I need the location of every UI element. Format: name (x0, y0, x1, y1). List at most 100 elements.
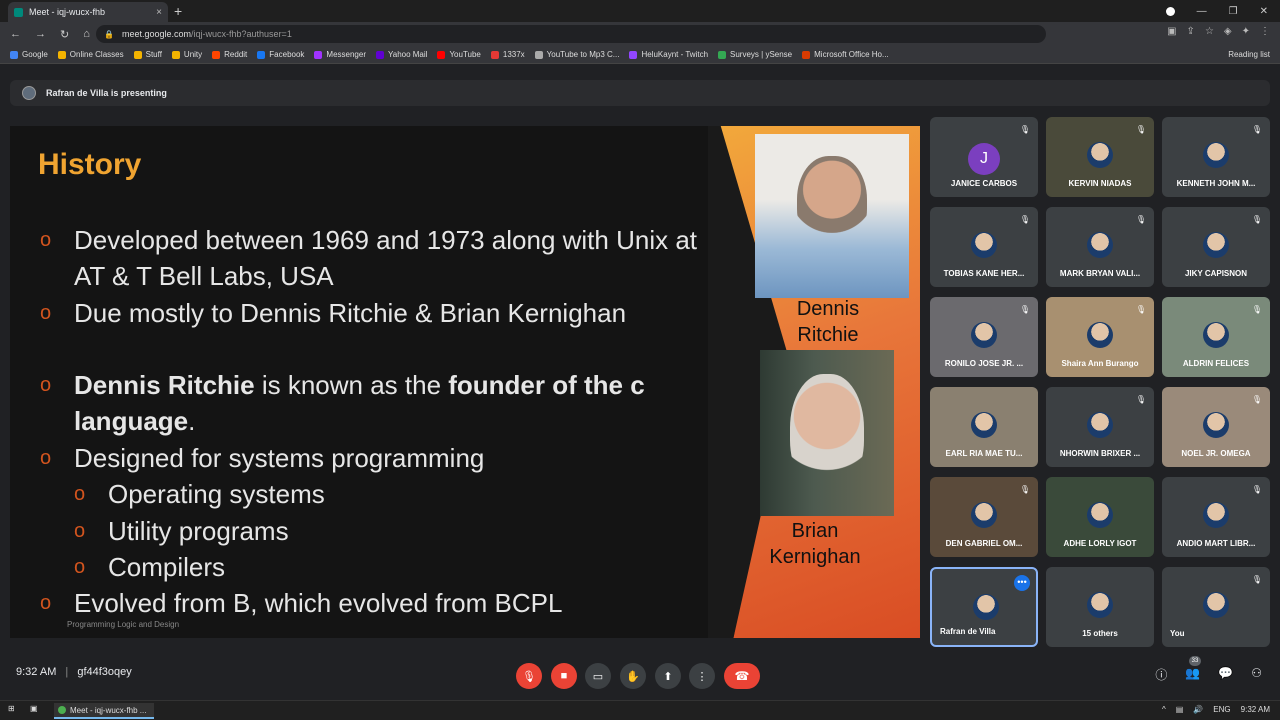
tab-close-icon[interactable]: × (156, 7, 162, 18)
extension-icon[interactable]: ◈ (1224, 26, 1232, 37)
bookmark-item[interactable]: Microsoft Office Ho... (802, 50, 889, 59)
info-icon[interactable]: ⓘ (1155, 666, 1167, 683)
bookmark-item[interactable]: Messenger (314, 50, 366, 59)
mic-off-button[interactable]: 🎙 (516, 663, 542, 689)
chat-icon[interactable]: 💬 (1218, 666, 1233, 683)
reload-icon[interactable]: ↻ (60, 28, 69, 41)
participant-tile[interactable]: 🎙 MARK BRYAN VALI... (1046, 207, 1154, 287)
participant-name: Shaira Ann Burango (1061, 359, 1139, 368)
participant-tile[interactable]: 🎙 Shaira Ann Burango (1046, 297, 1154, 377)
leave-call-button[interactable]: ☎ (724, 663, 760, 689)
people-icon[interactable]: 👥 (1185, 666, 1200, 683)
taskbar-chrome-item[interactable]: Meet - iqj-wucx-fhb ... (54, 703, 154, 719)
bookmark-item[interactable]: YouTube (437, 50, 481, 59)
participant-tile[interactable]: 🎙 You (1162, 567, 1270, 647)
network-icon[interactable]: ▤ (1176, 705, 1184, 714)
mic-muted-icon: 🎙 (1251, 305, 1262, 314)
home-icon[interactable]: ⌂ (83, 28, 90, 41)
new-tab-button[interactable]: + (174, 3, 182, 19)
captions-button[interactable]: ▭ (585, 663, 611, 689)
bullet-2-text: Due mostly to Dennis Ritchie & Brian Ker… (74, 298, 627, 328)
present-button[interactable]: ⬆ (655, 663, 681, 689)
participant-tile[interactable]: 🎙 KENNETH JOHN M... (1162, 117, 1270, 197)
participant-tile[interactable]: EARL RIA MAE TU... (930, 387, 1038, 467)
bookmark-item[interactable]: Yahoo Mail (376, 50, 427, 59)
bookmark-icon (10, 50, 18, 59)
meeting-time: 9:32 AM (16, 666, 57, 678)
participant-tile[interactable]: 🎙 NHORWIN BRIXER ... (1046, 387, 1154, 467)
participant-tile[interactable]: 15 others (1046, 567, 1154, 647)
portrait-face (797, 156, 867, 252)
participant-tile[interactable]: 🎙 KERVIN NIADAS (1046, 117, 1154, 197)
menu-icon[interactable]: ⋮ (1260, 26, 1270, 37)
address-bar-row: ← → ↻ ⌂ 🔒 meet.google.com /iqj-wucx-fhb?… (0, 22, 1280, 46)
participant-name: KENNETH JOHN M... (1176, 179, 1256, 188)
participant-tile[interactable]: ADHE LORLY IGOT (1046, 477, 1154, 557)
camera-off-button[interactable]: ■ (551, 663, 577, 689)
close-window-icon[interactable]: ✕ (1260, 6, 1268, 17)
camera-off-icon: ■ (560, 670, 568, 682)
mic-muted-icon: 🎙 (1135, 125, 1146, 134)
mic-muted-icon: 🎙 (1135, 395, 1146, 404)
participant-tile[interactable]: 🎙 NOEL JR. OMEGA (1162, 387, 1270, 467)
bullet-3-bold: Dennis Ritchie (74, 370, 255, 400)
participant-tile[interactable]: 🎙 JIKY CAPISNON (1162, 207, 1270, 287)
participant-tile[interactable]: ••• Rafran de Villa (930, 567, 1038, 647)
hand-icon: ✋ (626, 670, 640, 683)
avatar: J (968, 143, 1000, 175)
sub-bullet-2-text: Utility programs (108, 516, 289, 546)
more-options-button[interactable]: ⋮ (689, 663, 715, 689)
participant-count-badge: 33 (1189, 656, 1201, 666)
camera-icon[interactable]: ▣ (1167, 26, 1176, 37)
forward-icon[interactable]: → (35, 28, 46, 41)
avatar (22, 86, 36, 100)
activities-icon[interactable]: ⚇ (1251, 666, 1262, 683)
participant-tile[interactable]: 🎙 DEN GABRIEL OM... (930, 477, 1038, 557)
bookmark-item[interactable]: 1337x (490, 50, 525, 59)
minimize-icon[interactable]: — (1197, 6, 1207, 17)
hang-up-icon: ☎ (734, 669, 750, 683)
bookmark-item[interactable]: Facebook (257, 50, 304, 59)
meeting-code: gf44f3oqey (77, 666, 132, 678)
restore-icon[interactable]: ❐ (1229, 6, 1238, 17)
avatar (1087, 412, 1113, 438)
participant-tile[interactable]: 🎙 ALDRIN FELICES (1162, 297, 1270, 377)
participant-name: 15 others (1082, 629, 1118, 638)
tab-meet[interactable]: Meet - iqj-wucx-fhb × (8, 2, 168, 22)
bookmark-item[interactable]: Stuff (133, 50, 162, 59)
participant-tile[interactable]: 🎙 TOBIAS KANE HER... (930, 207, 1038, 287)
volume-icon[interactable]: 🔊 (1193, 705, 1203, 714)
bookmark-label: YouTube to Mp3 C... (546, 50, 620, 59)
reading-list-button[interactable]: Reading list (1228, 50, 1270, 59)
profile-icon[interactable] (1165, 6, 1175, 16)
bookmark-item[interactable]: Google (10, 50, 48, 59)
bullet-marker: o (74, 556, 86, 578)
bookmark-item[interactable]: YouTube to Mp3 C... (534, 50, 620, 59)
tray-arrow-icon[interactable]: ^ (1162, 705, 1166, 714)
share-icon[interactable]: ⇪ (1187, 26, 1195, 37)
more-options-icon[interactable]: ••• (1014, 575, 1030, 591)
language-indicator[interactable]: ENG (1213, 705, 1230, 714)
taskbar-clock[interactable]: 9:32 AM (1241, 705, 1270, 714)
raise-hand-button[interactable]: ✋ (620, 663, 646, 689)
participant-tile[interactable]: 🎙 ANDIO MART LIBR... (1162, 477, 1270, 557)
system-tray: ^ ▤ 🔊 ENG 9:32 AM (1162, 705, 1270, 714)
browser-tab-bar: Meet - iqj-wucx-fhb × + — ❐ ✕ (0, 0, 1280, 22)
puzzle-icon[interactable]: ✦ (1242, 26, 1250, 37)
bookmark-item[interactable]: Unity (171, 50, 202, 59)
participant-tile[interactable]: 🎙 RONILO JOSE JR. ... (930, 297, 1038, 377)
start-icon[interactable]: ⊞ (8, 704, 15, 713)
bookmark-item[interactable]: Reddit (212, 50, 247, 59)
mic-muted-icon: 🎙 (1135, 305, 1146, 314)
bookmark-icon (534, 50, 543, 59)
bookmark-item[interactable]: Surveys | ySense (718, 50, 792, 59)
bookmark-label: HeluKaynt - Twitch (641, 50, 709, 59)
url-input[interactable]: 🔒 meet.google.com /iqj-wucx-fhb?authuser… (96, 25, 1046, 43)
slide-title: History (38, 148, 142, 181)
back-icon[interactable]: ← (10, 28, 21, 41)
bookmark-item[interactable]: Online Classes (57, 50, 124, 59)
participant-tile[interactable]: J 🎙 JANICE CARBOS (930, 117, 1038, 197)
bookmark-item[interactable]: HeluKaynt - Twitch (629, 50, 708, 59)
task-view-icon[interactable]: ▣ (30, 704, 38, 713)
star-icon[interactable]: ☆ (1205, 26, 1214, 37)
